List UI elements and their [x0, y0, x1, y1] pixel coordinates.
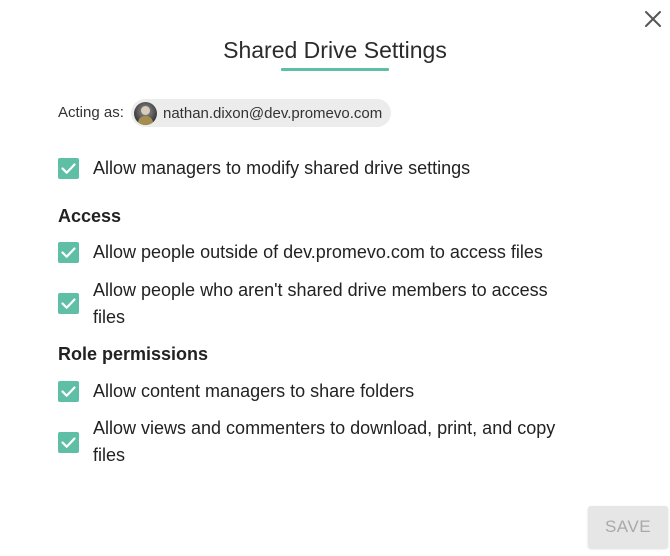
- managers-modify-settings-checkbox[interactable]: [58, 158, 79, 179]
- content-managers-share-folders-checkbox[interactable]: [58, 381, 79, 402]
- dialog-title: Shared Drive Settings: [223, 37, 447, 63]
- access-heading: Access: [58, 206, 122, 226]
- option-label: Allow people who aren't shared drive mem…: [93, 280, 548, 327]
- title-underline: [281, 68, 389, 71]
- check-icon: [61, 163, 76, 174]
- option-label: Allow managers to modify shared drive se…: [93, 158, 471, 178]
- option-label: Allow content managers to share folders: [93, 381, 415, 401]
- save-button[interactable]: SAVE: [588, 506, 668, 548]
- acting-as-email: nathan.dixon@dev.promevo.com: [163, 104, 383, 122]
- acting-as-label: Acting as:: [58, 104, 124, 121]
- check-icon: [61, 386, 76, 397]
- viewers-download-print-copy-checkbox[interactable]: [58, 432, 79, 453]
- user-avatar-icon: [134, 101, 157, 125]
- option-label: Allow views and commenters to download, …: [93, 418, 556, 465]
- acting-as-user-chip[interactable]: nathan.dixon@dev.promevo.com: [131, 99, 391, 127]
- check-icon: [61, 298, 76, 309]
- close-icon[interactable]: [640, 6, 666, 32]
- outside-domain-access-checkbox[interactable]: [58, 242, 79, 263]
- option-label: Allow people outside of dev.promevo.com …: [93, 242, 543, 262]
- check-icon: [61, 247, 76, 258]
- non-members-access-checkbox[interactable]: [58, 293, 79, 314]
- check-icon: [61, 437, 76, 448]
- shared-drive-settings-dialog: Shared Drive Settings Acting as: nathan.…: [0, 0, 670, 556]
- role-permissions-heading: Role permissions: [58, 344, 209, 364]
